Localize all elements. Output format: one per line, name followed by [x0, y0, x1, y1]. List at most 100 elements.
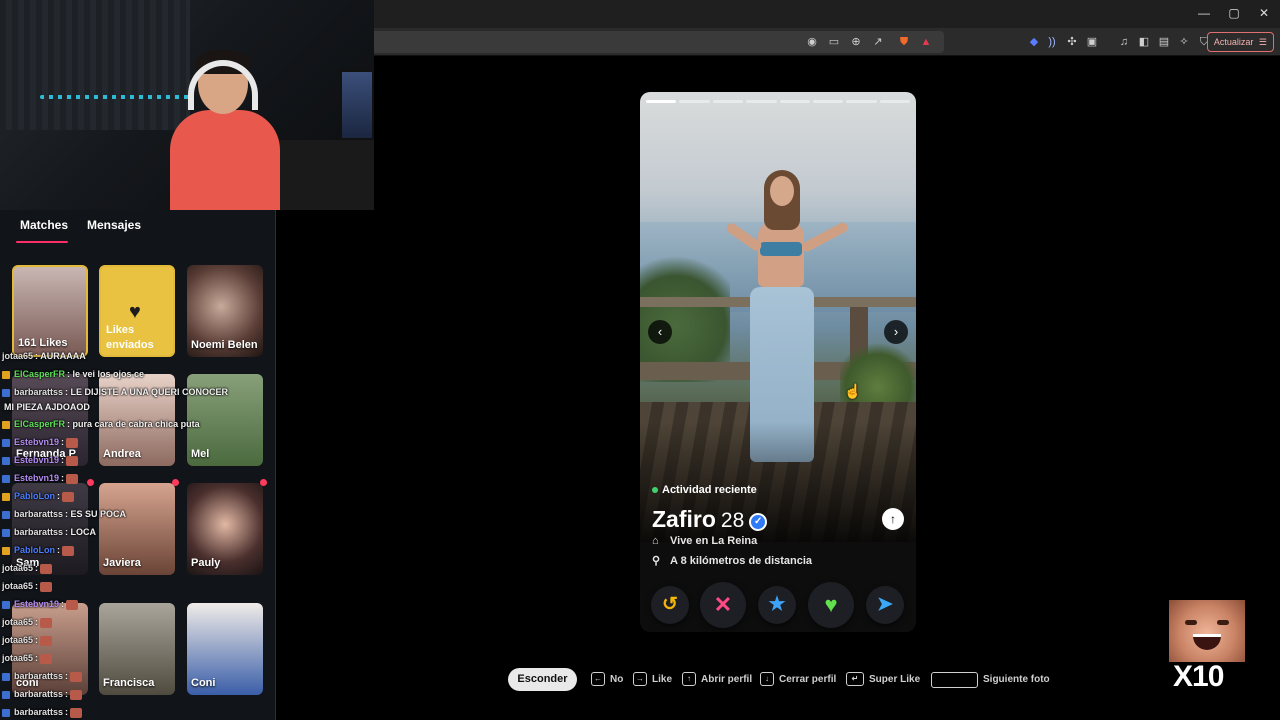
- brave-rewards-icon[interactable]: ▲: [918, 34, 934, 50]
- chat-username[interactable]: jotaa65: [2, 351, 33, 361]
- profile-photo[interactable]: ‹ ›: [640, 92, 916, 542]
- online-dot-icon: [652, 487, 658, 494]
- chat-username[interactable]: barbarattss: [14, 689, 63, 699]
- chat-text: :: [35, 563, 39, 573]
- media-icon[interactable]: ▣: [1084, 34, 1100, 50]
- photo-progress-segment[interactable]: [879, 100, 910, 103]
- close-window-button[interactable]: ✕: [1254, 6, 1274, 20]
- tab-matches[interactable]: Matches: [20, 218, 68, 232]
- chat-message: Estebvn19:: [2, 472, 79, 484]
- rewind-icon: ↺: [662, 594, 678, 615]
- chat-username[interactable]: barbarattss: [14, 509, 63, 519]
- chat-message: barbarattss: ES SU POCA: [2, 508, 126, 520]
- likes-count: 161 Likes: [18, 337, 68, 349]
- open-profile-button[interactable]: ↑: [882, 508, 904, 530]
- chat-username[interactable]: Estebvn19: [14, 473, 59, 483]
- chat-username[interactable]: ElCasperFR: [14, 419, 65, 429]
- photo-progress-segment[interactable]: [846, 100, 877, 103]
- chat-username[interactable]: jotaa65: [2, 563, 33, 573]
- audio-icon[interactable]: )): [1044, 34, 1060, 50]
- heart-icon: ♥: [824, 592, 838, 617]
- leo-icon[interactable]: ✧: [1176, 34, 1192, 50]
- webcam-streamer: [170, 50, 280, 210]
- photo-progress-segment[interactable]: [679, 100, 710, 103]
- boost-button[interactable]: ➤: [866, 586, 904, 624]
- brave-shield-icon[interactable]: ⛊: [896, 34, 912, 50]
- chat-username[interactable]: barbarattss: [14, 707, 63, 717]
- profile-card[interactable]: ‹ › Actividad reciente Zafiro 28 ✓ ↑ ⌂ Vive…: [640, 92, 916, 632]
- wallet-icon[interactable]: ▤: [1156, 34, 1172, 50]
- meme-overlay: X10: [1169, 600, 1245, 696]
- hint-next-photo-label: Siguiente foto: [983, 674, 1050, 685]
- photo-progress-segment[interactable]: [712, 100, 744, 103]
- screen: — ▢ ✕ ◉ ▭ ⊕ ↗ ⛊ ▲ ◆ )) ✣ ▣ ♫ ◧ ▤ ✧ ⛉ Act…: [0, 0, 1280, 720]
- chat-emote-icon: [62, 491, 74, 502]
- chat-username[interactable]: ElCasperFR: [14, 369, 65, 379]
- distance-text: A 8 kilómetros de distancia: [670, 555, 813, 567]
- chat-badge-icon: [2, 438, 10, 447]
- rewind-button[interactable]: ↺: [651, 586, 689, 624]
- next-photo-button[interactable]: ›: [884, 320, 908, 344]
- chat-username[interactable]: barbarattss: [14, 671, 63, 681]
- chat-text: : LOCA: [65, 527, 97, 537]
- likes-card[interactable]: 161 Likes: [12, 265, 88, 357]
- chat-message: Estebvn19:: [2, 598, 79, 610]
- chat-username[interactable]: Estebvn19: [14, 599, 59, 609]
- chat-message: jotaa65:: [2, 652, 53, 664]
- activity-status: Actividad reciente: [652, 484, 757, 496]
- extension-icon[interactable]: ◆: [1026, 34, 1042, 50]
- extensions-icon[interactable]: ✣: [1064, 34, 1080, 50]
- chat-username[interactable]: barbarattss: [14, 387, 63, 397]
- location-icon[interactable]: ◉: [804, 34, 820, 50]
- new-match-dot: [260, 479, 267, 486]
- meme-eye: [1217, 620, 1229, 625]
- photo-progress-segment[interactable]: [646, 100, 677, 103]
- chat-username[interactable]: barbarattss: [14, 527, 63, 537]
- chat-username[interactable]: Estebvn19: [14, 455, 59, 465]
- match-card[interactable]: Noemi Belen: [187, 265, 263, 357]
- chat-username[interactable]: Estebvn19: [14, 437, 59, 447]
- chat-text: :: [61, 455, 65, 465]
- likes-sent-card[interactable]: ♥ Likes enviados: [99, 265, 175, 357]
- profile-age: 28: [720, 509, 745, 532]
- star-icon: ★: [768, 594, 786, 615]
- hint-open-label: Abrir perfil: [701, 674, 753, 685]
- super-like-button[interactable]: ★: [758, 586, 796, 624]
- arrow-down-key-icon: ↓: [760, 672, 774, 686]
- hint-open-profile: ↑ Abrir perfil: [682, 672, 752, 687]
- sidebar-icon[interactable]: ◧: [1136, 34, 1152, 50]
- cast-icon[interactable]: ▭: [826, 34, 842, 50]
- share-icon[interactable]: ↗: [870, 34, 886, 50]
- chat-username[interactable]: jotaa65: [2, 617, 33, 627]
- chat-text: :: [65, 671, 69, 681]
- arrow-left-key-icon: ←: [591, 672, 605, 686]
- chat-emote-icon: [70, 689, 83, 700]
- tab-mensajes[interactable]: Mensajes: [87, 218, 141, 232]
- chat-message: barbarattss: LOCA: [2, 526, 96, 538]
- arrow-right-key-icon: →: [633, 672, 647, 686]
- chat-text: :: [57, 545, 60, 555]
- photo-progress-segment[interactable]: [746, 100, 777, 103]
- chat-text: :: [35, 653, 39, 663]
- nope-button[interactable]: ✕: [700, 582, 746, 628]
- hide-hints-button[interactable]: Esconder: [508, 668, 577, 691]
- update-button[interactable]: Actualizar ☰: [1206, 32, 1274, 52]
- chat-badge-icon: [2, 546, 10, 555]
- chat-username[interactable]: jotaa65: [2, 635, 33, 645]
- meme-eye: [1185, 620, 1197, 625]
- photo-progress-segment[interactable]: [779, 100, 810, 103]
- meme-mouth: [1193, 634, 1221, 650]
- chat-username[interactable]: PabloLon: [14, 491, 55, 501]
- chat-emote-icon: [66, 473, 79, 484]
- minimize-button[interactable]: —: [1194, 6, 1214, 20]
- zoom-icon[interactable]: ⊕: [848, 34, 864, 50]
- chat-username[interactable]: jotaa65: [2, 653, 33, 663]
- previous-photo-button[interactable]: ‹: [648, 320, 672, 344]
- lives-in-text: Vive en La Reina: [670, 535, 758, 547]
- like-button[interactable]: ♥: [808, 582, 854, 628]
- chat-username[interactable]: PabloLon: [14, 545, 55, 555]
- photo-progress-segment[interactable]: [812, 100, 844, 103]
- maximize-button[interactable]: ▢: [1224, 6, 1244, 20]
- chat-username[interactable]: jotaa65: [2, 581, 33, 591]
- music-icon[interactable]: ♫: [1116, 34, 1132, 50]
